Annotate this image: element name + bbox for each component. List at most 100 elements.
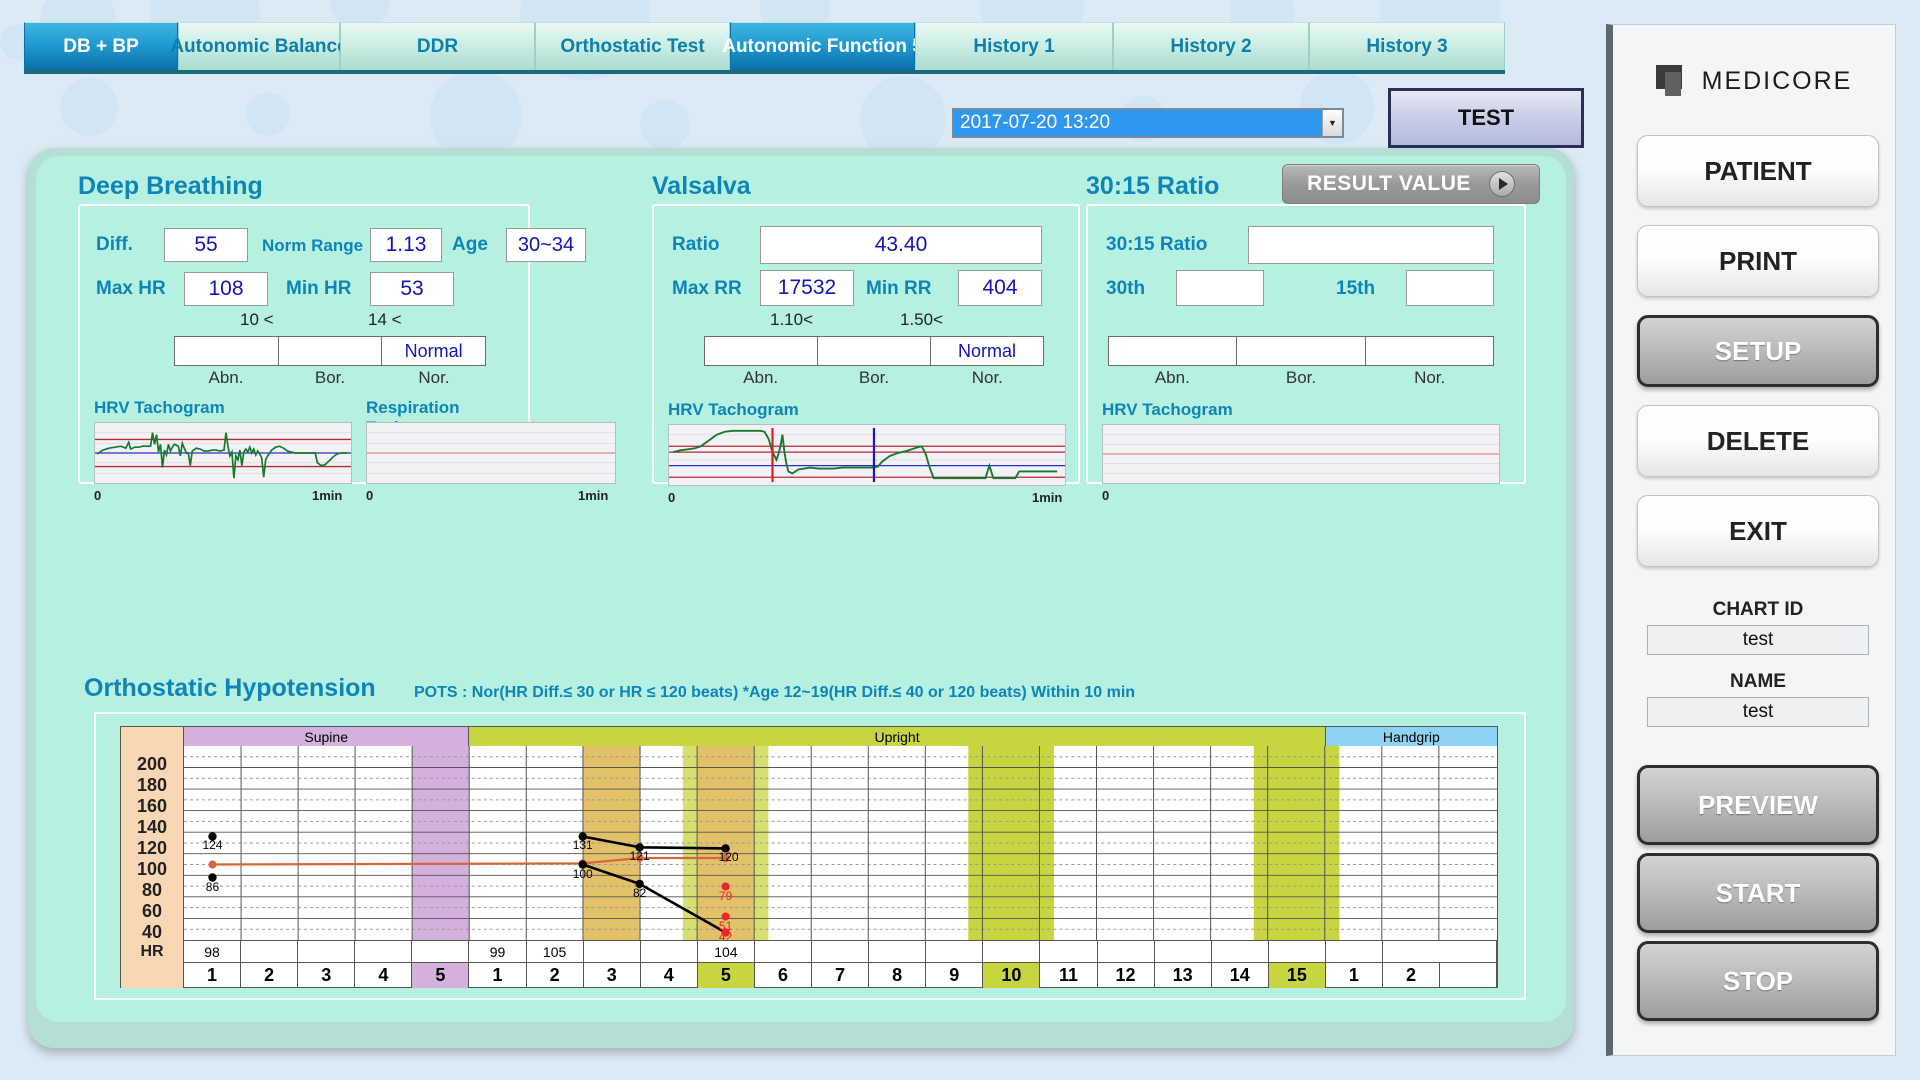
print-button[interactable]: PRINT xyxy=(1637,225,1879,297)
deep-breathing-card: Diff. 55 Norm Range 1.13 Age 30~34 Max H… xyxy=(78,204,616,503)
x-tick-s5: 5 xyxy=(412,963,470,988)
ratio-3015-hrv-start: 0 xyxy=(1102,488,1110,503)
db-grade-labels: Abn. Bor. Nor. xyxy=(174,368,486,388)
name-field[interactable]: test xyxy=(1647,697,1869,727)
x-tick-s2: 2 xyxy=(241,963,299,988)
test-button[interactable]: TEST xyxy=(1388,88,1584,148)
stop-button-label: STOP xyxy=(1722,965,1794,996)
ratio-3015-grade-label-nor: Nor. xyxy=(1414,368,1446,387)
th15-field[interactable] xyxy=(1406,270,1494,306)
tab-autonomic-function-5[interactable]: Autonomic Function 5 xyxy=(722,22,923,70)
label-124: 124 xyxy=(202,838,222,852)
chart-hr-row: 98 99 105 104 xyxy=(121,940,1497,962)
x-tick-u1: 1 xyxy=(469,963,527,988)
max-rr-field[interactable]: 17532 xyxy=(760,270,854,306)
min-hr-value: 53 xyxy=(400,277,424,300)
x-tick-s4: 4 xyxy=(355,963,413,988)
highlight-upright-10 xyxy=(968,746,1054,940)
ratio-3015-grade-label-bor: Bor. xyxy=(1285,368,1317,387)
patient-button[interactable]: PATIENT xyxy=(1637,135,1879,207)
start-button[interactable]: START xyxy=(1637,853,1879,933)
x-tick-u4: 4 xyxy=(641,963,698,988)
diff-field[interactable]: 55 xyxy=(164,228,248,262)
chart-x-axis: 1 2 3 4 5 1 2 3 4 5 6 7 8 9 10 11 12 13 … xyxy=(121,962,1497,988)
tab-history-2[interactable]: History 2 xyxy=(1113,22,1309,70)
min-hr-field[interactable]: 53 xyxy=(370,272,454,306)
name-label: NAME xyxy=(1730,671,1786,692)
valsalva-grade-bor xyxy=(818,337,931,365)
hr-cell-21 xyxy=(1326,941,1383,962)
hr-row-label: HR xyxy=(140,943,164,960)
ratio-3015-grade-labels: Abn. Bor. Nor. xyxy=(1108,368,1494,388)
chart-id-value: test xyxy=(1742,629,1774,650)
label-121: 121 xyxy=(630,849,650,863)
ratio-label: Ratio xyxy=(672,234,720,255)
result-value-button[interactable]: RESULT VALUE xyxy=(1282,164,1540,204)
preview-button-label: PREVIEW xyxy=(1698,789,1818,820)
tab-orthostatic-test[interactable]: Orthostatic Test xyxy=(535,22,730,70)
hr-cell-15 xyxy=(983,941,1041,962)
chart-id-field[interactable]: test xyxy=(1647,625,1869,655)
valsalva-grade-bar: Normal xyxy=(704,336,1044,366)
th30-field[interactable] xyxy=(1176,270,1264,306)
date-select[interactable]: 2017-07-20 13:20 ▼ xyxy=(952,108,1344,138)
y-tick-140: 140 xyxy=(136,817,168,837)
ratio-3015-title: 30:15 Ratio xyxy=(1086,172,1220,200)
setup-button[interactable]: SETUP xyxy=(1637,315,1879,387)
tab-history-1[interactable]: History 1 xyxy=(915,22,1113,70)
db-hrv-end: 1min xyxy=(312,488,343,503)
norm-range-label: Norm Range xyxy=(262,236,364,255)
x-tick-u5: 5 xyxy=(697,963,755,988)
start-button-label: START xyxy=(1715,877,1801,908)
orthostatic-note: POTS : Nor(HR Diff.≤ 30 or HR ≤ 120 beat… xyxy=(414,684,1136,701)
hr-cell-2 xyxy=(241,941,299,962)
valsalva-title: Valsalva xyxy=(652,172,751,200)
hr-cell-10: 104 xyxy=(698,941,755,962)
ratio-3015-field[interactable] xyxy=(1248,226,1494,264)
db-grade-abn xyxy=(175,337,279,365)
content-panel: RESULT VALUE Deep Breathing Diff. 55 Nor… xyxy=(28,148,1574,1048)
db-threshold-low: 10 < xyxy=(240,310,274,329)
x-tick-h1: 1 xyxy=(1326,963,1383,988)
ratio-3015-hrv-tachogram-title: HRV Tachogram xyxy=(1102,400,1233,419)
norm-range-field[interactable]: 1.13 xyxy=(370,228,442,262)
tab-autonomic-balance[interactable]: Autonomic Balance xyxy=(170,22,348,70)
ratio-3015-grade-abn xyxy=(1109,337,1238,365)
exit-button[interactable]: EXIT xyxy=(1637,495,1879,567)
valsalva-ratio-field[interactable]: 43.40 xyxy=(760,226,1042,264)
valsalva-threshold-low: 1.10< xyxy=(770,310,814,329)
hr-cell-13 xyxy=(869,941,927,962)
tab-ddr[interactable]: DDR xyxy=(340,22,535,70)
valsalva-grade-label-abn: Abn. xyxy=(743,368,779,387)
label-86: 86 xyxy=(206,880,220,894)
max-hr-value: 108 xyxy=(208,277,244,300)
y-tick-40: 40 xyxy=(141,922,163,942)
age-field[interactable]: 30~34 xyxy=(506,228,586,262)
hr-cell-8 xyxy=(584,941,641,962)
preview-button[interactable]: PREVIEW xyxy=(1637,765,1879,845)
tab-db-bp[interactable]: DB + BP xyxy=(24,22,178,70)
highlight-upright-15 xyxy=(1253,746,1340,940)
hr-cell-18 xyxy=(1155,941,1212,962)
phase-band-handgrip: Handgrip xyxy=(1325,727,1497,746)
x-tick-u14: 14 xyxy=(1212,963,1269,988)
max-hr-field[interactable]: 108 xyxy=(184,272,268,306)
hr-cell-6: 99 xyxy=(469,941,527,962)
hr-cell-5 xyxy=(412,941,470,962)
delete-button[interactable]: DELETE xyxy=(1637,405,1879,477)
x-tick-u6: 6 xyxy=(755,963,813,988)
chart-plot-svg: 124 86 131 121 120 100 82 42 79 51 xyxy=(184,746,1497,940)
tab-label: Autonomic Function 5 xyxy=(722,35,923,57)
test-button-label: TEST xyxy=(1457,105,1515,130)
valsalva-hrv-tachogram-title: HRV Tachogram xyxy=(668,400,799,419)
db-hrv-tachogram-title: HRV Tachogram xyxy=(94,398,225,417)
min-rr-value: 404 xyxy=(982,276,1018,299)
chevron-down-icon[interactable]: ▼ xyxy=(1322,110,1342,136)
brand-name: MEDICORE xyxy=(1701,66,1853,95)
valsalva-grade-label-bor: Bor. xyxy=(858,368,890,387)
stop-button[interactable]: STOP xyxy=(1637,941,1879,1021)
hr-cell-7: 105 xyxy=(527,941,584,962)
tab-history-3[interactable]: History 3 xyxy=(1309,22,1505,70)
label-79: 79 xyxy=(719,889,733,903)
min-rr-field[interactable]: 404 xyxy=(958,270,1042,306)
